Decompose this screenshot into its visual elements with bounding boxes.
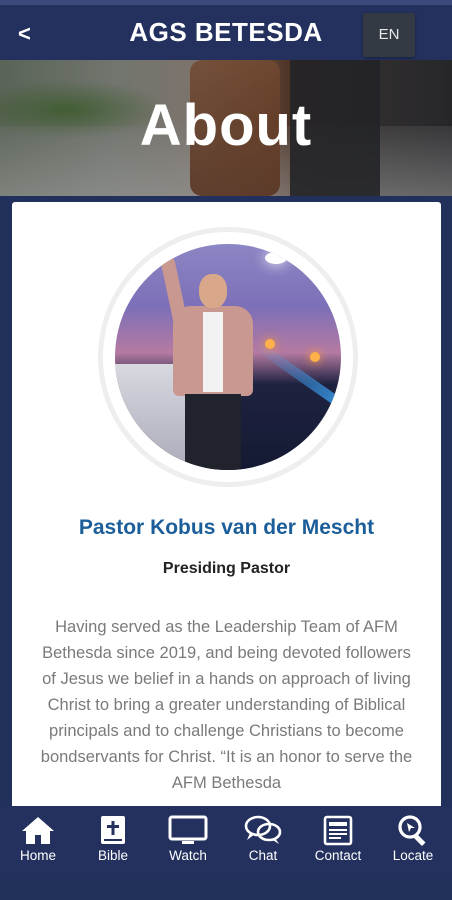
language-button[interactable]: EN (363, 13, 415, 57)
nav-label-locate: Locate (392, 848, 434, 863)
nav-label-watch: Watch (169, 848, 207, 863)
pastor-role: Presiding Pastor (162, 560, 291, 577)
nav-bottom-strip (0, 878, 452, 900)
home-icon (22, 817, 54, 844)
pastor-photo (115, 244, 341, 470)
nav-item-chat[interactable]: Chat (227, 814, 299, 874)
photo-stage-light (310, 352, 320, 362)
bottom-navigation: Home Bible Watch Chat Contact Locate (0, 806, 452, 900)
photo-stage-light (265, 339, 275, 349)
tv-icon (168, 815, 208, 844)
photo-head (199, 274, 227, 308)
nav-item-bible[interactable]: Bible (77, 814, 149, 874)
nav-label-chat: Chat (248, 848, 278, 863)
hero-banner: About (0, 60, 452, 196)
profile-card: Pastor Kobus van der Mescht Presiding Pa… (12, 202, 441, 822)
nav-item-contact[interactable]: Contact (302, 814, 374, 874)
nav-item-home[interactable]: Home (2, 814, 74, 874)
photo-light-beam (252, 340, 341, 418)
app-header: < AGS BETESDA EN (0, 0, 452, 60)
pastor-name: Pastor Kobus van der Mescht (78, 516, 375, 539)
photo-pants (185, 394, 241, 470)
bible-icon (101, 816, 125, 844)
chat-icon (244, 815, 282, 844)
page-title: About (139, 93, 313, 158)
photo-shirt (203, 312, 223, 392)
nav-label-bible: Bible (97, 848, 129, 863)
pastor-bio: Having served as the Leadership Team of … (40, 618, 413, 792)
nav-item-watch[interactable]: Watch (152, 814, 224, 874)
nav-label-home: Home (19, 848, 56, 863)
contact-icon (323, 815, 353, 846)
locate-icon (398, 815, 426, 846)
nav-item-locate[interactable]: Locate (377, 814, 449, 874)
avatar-frame (103, 232, 353, 482)
nav-label-contact: Contact (314, 848, 362, 863)
photo-spotlight (265, 252, 287, 264)
